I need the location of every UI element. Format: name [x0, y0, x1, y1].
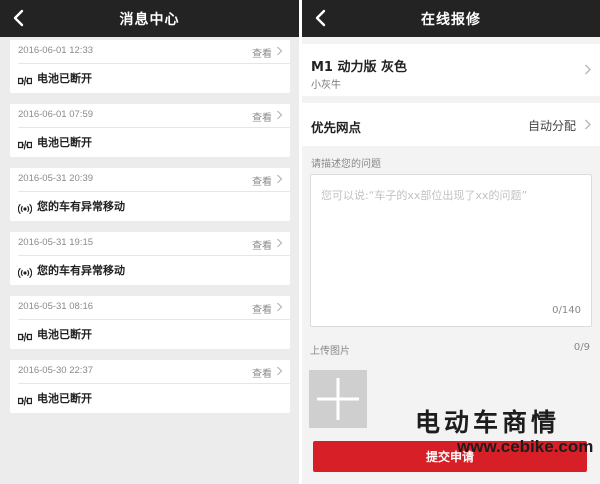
- message-card[interactable]: 2016-05-31 20:39 查看您的车有异常移动: [10, 168, 290, 221]
- plus-icon: [317, 378, 359, 420]
- chevron-right-icon: [277, 174, 283, 184]
- message-time: 2016-05-30 22:37: [18, 365, 94, 376]
- message-card[interactable]: 2016-05-31 08:16 查看电池已断开: [10, 296, 290, 349]
- chevron-right-icon: [277, 46, 283, 56]
- message-time: 2016-05-31 19:15: [18, 237, 94, 248]
- vehicle-nickname: 小灰牛: [311, 80, 341, 91]
- divider: [18, 319, 290, 320]
- message-text: 您的车有异常移动: [37, 264, 125, 277]
- view-link[interactable]: 查看: [252, 301, 272, 316]
- preferred-outlet-row[interactable]: 优先网点 自动分配: [302, 103, 600, 146]
- message-time: 2016-06-01 07:59: [18, 109, 94, 120]
- character-counter: 0/140: [552, 305, 581, 316]
- message-card[interactable]: 2016-06-01 12:33 查看电池已断开: [10, 40, 290, 93]
- message-time: 2016-05-31 08:16: [18, 301, 94, 312]
- message-list: 2016-06-01 12:33 查看 电池已断开 2016-06-01 07:59 查…: [10, 40, 290, 424]
- battery-disconnected-icon: [17, 136, 33, 150]
- message-card[interactable]: 2016-06-01 07:59 查看电池已断开: [10, 104, 290, 157]
- alarm-signal-icon: [17, 264, 33, 279]
- view-link[interactable]: 查看: [252, 237, 272, 252]
- view-link[interactable]: 查看: [252, 173, 272, 188]
- chevron-left-icon[interactable]: [312, 9, 330, 27]
- battery-disconnected-icon: [17, 392, 33, 406]
- preferred-outlet-value: 自动分配: [527, 119, 576, 133]
- divider: [18, 191, 290, 192]
- preferred-outlet-label: 优先网点: [311, 120, 362, 135]
- upload-counter: 0/9: [573, 342, 590, 353]
- page-title: 在线报修: [421, 11, 481, 28]
- message-card[interactable]: 2016-05-30 22:37 查看电池已断开: [10, 360, 290, 413]
- online-repair-screen: 在线报修 M1 动力版 灰色 小灰牛 优先网点 自动分配 请描述您的问题 您可以…: [302, 0, 600, 484]
- screenshot: 消息中心 2016-06-01 12:33 查看 电池已断开 2016-06-01 0…: [0, 0, 600, 484]
- chevron-left-icon[interactable]: [10, 9, 28, 27]
- divider: [18, 383, 290, 384]
- chevron-right-icon: [585, 119, 591, 130]
- chevron-right-icon: [585, 64, 591, 75]
- divider: [18, 255, 290, 256]
- view-link[interactable]: 查看: [252, 365, 272, 380]
- page-title: 消息中心: [119, 11, 180, 28]
- navbar: 在线报修: [302, 0, 600, 37]
- view-link[interactable]: 查看: [252, 45, 272, 60]
- message-time: 2016-06-01 12:33: [18, 45, 94, 56]
- submit-button[interactable]: 提交申请: [313, 441, 587, 472]
- message-card[interactable]: 2016-05-31 19:15 查看您的车有异常移动: [10, 232, 290, 285]
- upload-label: 上传图片: [310, 346, 350, 357]
- message-text: 电池已断开: [37, 328, 92, 341]
- chevron-right-icon: [277, 238, 283, 248]
- vehicle-select-row[interactable]: M1 动力版 灰色 小灰牛: [302, 44, 600, 96]
- message-time: 2016-05-31 20:39: [18, 173, 94, 184]
- divider: [18, 127, 290, 128]
- message-text: 您的车有异常移动: [37, 200, 125, 213]
- message-text: 电池已断开: [37, 392, 92, 405]
- problem-description-textarea[interactable]: 您可以说:“车子的xx部位出现了xx的问题” 0/140: [310, 174, 592, 327]
- battery-disconnected-icon: [17, 328, 33, 342]
- vehicle-model: M1 动力版 灰色: [311, 60, 408, 75]
- battery-disconnected-icon: [17, 72, 33, 86]
- chevron-right-icon: [277, 366, 283, 376]
- message-text: 电池已断开: [37, 72, 92, 85]
- textarea-placeholder: 您可以说:“车子的xx部位出现了xx的问题”: [321, 189, 528, 202]
- message-center-screen: 消息中心 2016-06-01 12:33 查看 电池已断开 2016-06-01 0…: [0, 0, 299, 484]
- description-label: 请描述您的问题: [311, 159, 381, 170]
- alarm-signal-icon: [17, 200, 33, 215]
- chevron-right-icon: [277, 302, 283, 312]
- navbar: 消息中心: [0, 0, 299, 37]
- divider: [18, 63, 290, 64]
- add-image-button[interactable]: [309, 370, 367, 428]
- view-link[interactable]: 查看: [252, 109, 272, 124]
- chevron-right-icon: [277, 110, 283, 120]
- message-text: 电池已断开: [37, 136, 92, 149]
